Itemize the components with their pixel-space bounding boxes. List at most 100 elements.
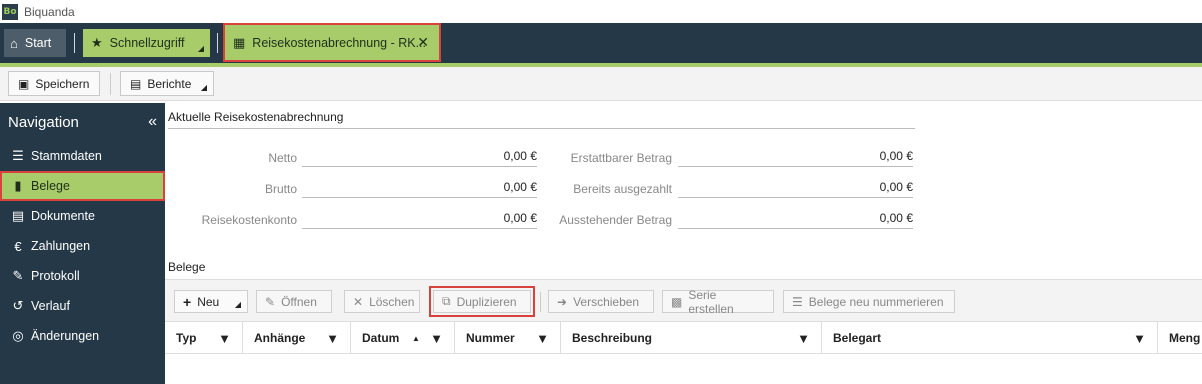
filter-icon[interactable]: ▼ — [430, 331, 443, 346]
sidebar-item-verlauf[interactable]: ↺ Verlauf — [0, 291, 165, 321]
column-label: Meng — [1169, 331, 1201, 345]
reports-button-label: Berichte — [147, 76, 192, 91]
tab-separator — [74, 33, 75, 53]
column-header-typ[interactable]: Typ ▼ — [165, 322, 243, 354]
sidebar-item-label: Protokoll — [31, 269, 80, 283]
reisekostenkonto-value: 0,00 € — [302, 211, 537, 229]
ausstehender-betrag-label: Ausstehender Betrag — [559, 213, 672, 227]
duplicate-button[interactable]: ⧉ Duplizieren — [429, 286, 535, 317]
tab-reisekostenabrechnung[interactable]: ▦ Reisekostenabrechnung - RK... ✕ — [223, 23, 441, 62]
edit-icon: ✎ — [12, 268, 24, 283]
column-label: Belegart — [833, 331, 882, 345]
navigation-sidebar: Navigation « ☰ Stammdaten ▮ Belege ▤ Dok… — [0, 103, 165, 384]
save-button[interactable]: ▣ Speichern — [8, 71, 100, 96]
pdf-icon: ▤ — [130, 76, 142, 91]
tab-separator — [217, 33, 218, 53]
save-icon: ▣ — [18, 76, 30, 91]
delete-button[interactable]: ✕ Löschen — [344, 290, 420, 313]
erstattbarer-betrag-value: 0,00 € — [678, 149, 913, 167]
sidebar-item-label: Belege — [31, 179, 70, 193]
filter-icon[interactable]: ▼ — [218, 331, 231, 346]
column-header-nummer[interactable]: Nummer ▼ — [455, 322, 561, 354]
filter-icon[interactable]: ▼ — [326, 331, 339, 346]
sidebar-item-belege[interactable]: ▮ Belege — [0, 171, 165, 201]
renumber-button-label: Belege neu nummerieren — [808, 294, 944, 309]
new-button[interactable]: + Neu ◢ — [174, 290, 248, 313]
sidebar-item-label: Dokumente — [31, 209, 95, 223]
collapse-icon[interactable]: « — [148, 113, 157, 131]
sidebar-item-aenderungen[interactable]: ◎ Änderungen — [0, 321, 165, 351]
dropdown-caret-icon: ◢ — [197, 44, 204, 53]
sidebar-item-dokumente[interactable]: ▤ Dokumente — [0, 201, 165, 231]
move-button[interactable]: ➜ Verschieben — [548, 290, 654, 313]
dropdown-caret-icon: ◢ — [200, 83, 207, 92]
history-icon: ↺ — [12, 298, 24, 313]
bereits-ausgezahlt-label: Bereits ausgezahlt — [573, 182, 672, 196]
navigation-header: Navigation « — [0, 103, 165, 141]
sidebar-item-zahlungen[interactable]: € Zahlungen — [0, 231, 165, 261]
edit-icon: ✎ — [265, 294, 276, 309]
plus-icon: + — [183, 293, 192, 310]
column-header-menge[interactable]: Meng — [1158, 322, 1202, 354]
column-label: Nummer — [466, 331, 515, 345]
tab-schnellzugriff-label: Schnellzugriff — [109, 36, 185, 50]
sidebar-item-label: Verlauf — [31, 299, 70, 313]
filter-icon[interactable]: ▼ — [1133, 331, 1146, 346]
move-icon: ➜ — [557, 294, 568, 309]
receipt-icon: ▮ — [14, 178, 22, 193]
column-label: Typ — [176, 331, 197, 345]
home-icon: ⌂ — [10, 35, 18, 51]
belege-grid-header: Typ ▼ Anhänge ▼ Datum ▲ ▼ Nummer ▼ Besch… — [165, 321, 1202, 354]
column-header-belegart[interactable]: Belegart ▼ — [822, 322, 1158, 354]
column-header-anhaenge[interactable]: Anhänge ▼ — [243, 322, 351, 354]
list-icon: ☰ — [12, 148, 24, 163]
brutto-value: 0,00 € — [302, 180, 537, 198]
save-button-label: Speichern — [35, 76, 90, 91]
layers-icon: ▩ — [671, 294, 683, 309]
renumber-button[interactable]: ☰ Belege neu nummerieren — [783, 290, 955, 313]
sidebar-item-stammdaten[interactable]: ☰ Stammdaten — [0, 141, 165, 171]
sidebar-item-protokoll[interactable]: ✎ Protokoll — [0, 261, 165, 291]
app-logo: Bo — [2, 3, 18, 20]
filter-icon[interactable]: ▼ — [536, 331, 549, 346]
create-series-button[interactable]: ▩ Serie erstellen — [662, 287, 774, 316]
belege-title: Belege — [168, 260, 206, 274]
copy-icon: ⧉ — [442, 294, 451, 308]
main-content: Aktuelle Reisekostenabrechnung Netto 0,0… — [165, 103, 1202, 384]
tab-start[interactable]: ⌂ Start — [4, 29, 66, 57]
new-button-label: Neu — [197, 294, 220, 309]
duplicate-button-label: Duplizieren — [456, 294, 517, 309]
open-button[interactable]: ✎ Öffnen — [256, 290, 332, 313]
ausstehender-betrag-value: 0,00 € — [678, 211, 913, 229]
sort-ascending-icon[interactable]: ▲ — [412, 334, 420, 343]
column-label: Anhänge — [254, 331, 306, 345]
brutto-label: Brutto — [264, 182, 297, 196]
filter-icon[interactable]: ▼ — [797, 331, 810, 346]
numbered-list-icon: ☰ — [792, 294, 803, 309]
column-header-datum[interactable]: Datum ▲ ▼ — [351, 322, 455, 354]
reisekostenkonto-label: Reisekostenkonto — [201, 213, 297, 227]
tab-bar: ⌂ Start ★ Schnellzugriff ◢ ▦ Reisekosten… — [0, 23, 1202, 63]
building-icon: ▦ — [233, 34, 246, 50]
dropdown-caret-icon: ◢ — [234, 300, 241, 309]
reports-button[interactable]: ▤ Berichte ◢ — [120, 71, 214, 96]
fingerprint-icon: ◎ — [12, 328, 24, 343]
euro-icon: € — [14, 238, 22, 254]
close-icon[interactable]: ✕ — [417, 34, 429, 51]
toolbar-separator — [540, 292, 541, 312]
create-series-button-label: Serie erstellen — [688, 287, 734, 316]
sidebar-item-label: Stammdaten — [31, 149, 102, 163]
belege-toolbar: + Neu ◢ ✎ Öffnen ✕ Löschen ⧉ Duplizieren… — [165, 279, 1202, 321]
divider — [168, 128, 915, 129]
column-header-beschreibung[interactable]: Beschreibung ▼ — [561, 322, 822, 354]
sidebar-item-label: Zahlungen — [31, 239, 91, 253]
tab-reisekostenabrechnung-label: Reisekostenabrechnung - RK... — [252, 35, 427, 50]
tab-start-label: Start — [24, 36, 52, 50]
open-button-label: Öffnen — [281, 294, 317, 309]
delete-button-label: Löschen — [369, 294, 415, 309]
star-icon: ★ — [91, 35, 103, 50]
close-icon: ✕ — [353, 294, 364, 309]
toolbar-separator — [110, 73, 111, 95]
move-button-label: Verschieben — [573, 294, 640, 309]
tab-schnellzugriff[interactable]: ★ Schnellzugriff ◢ — [83, 29, 210, 57]
